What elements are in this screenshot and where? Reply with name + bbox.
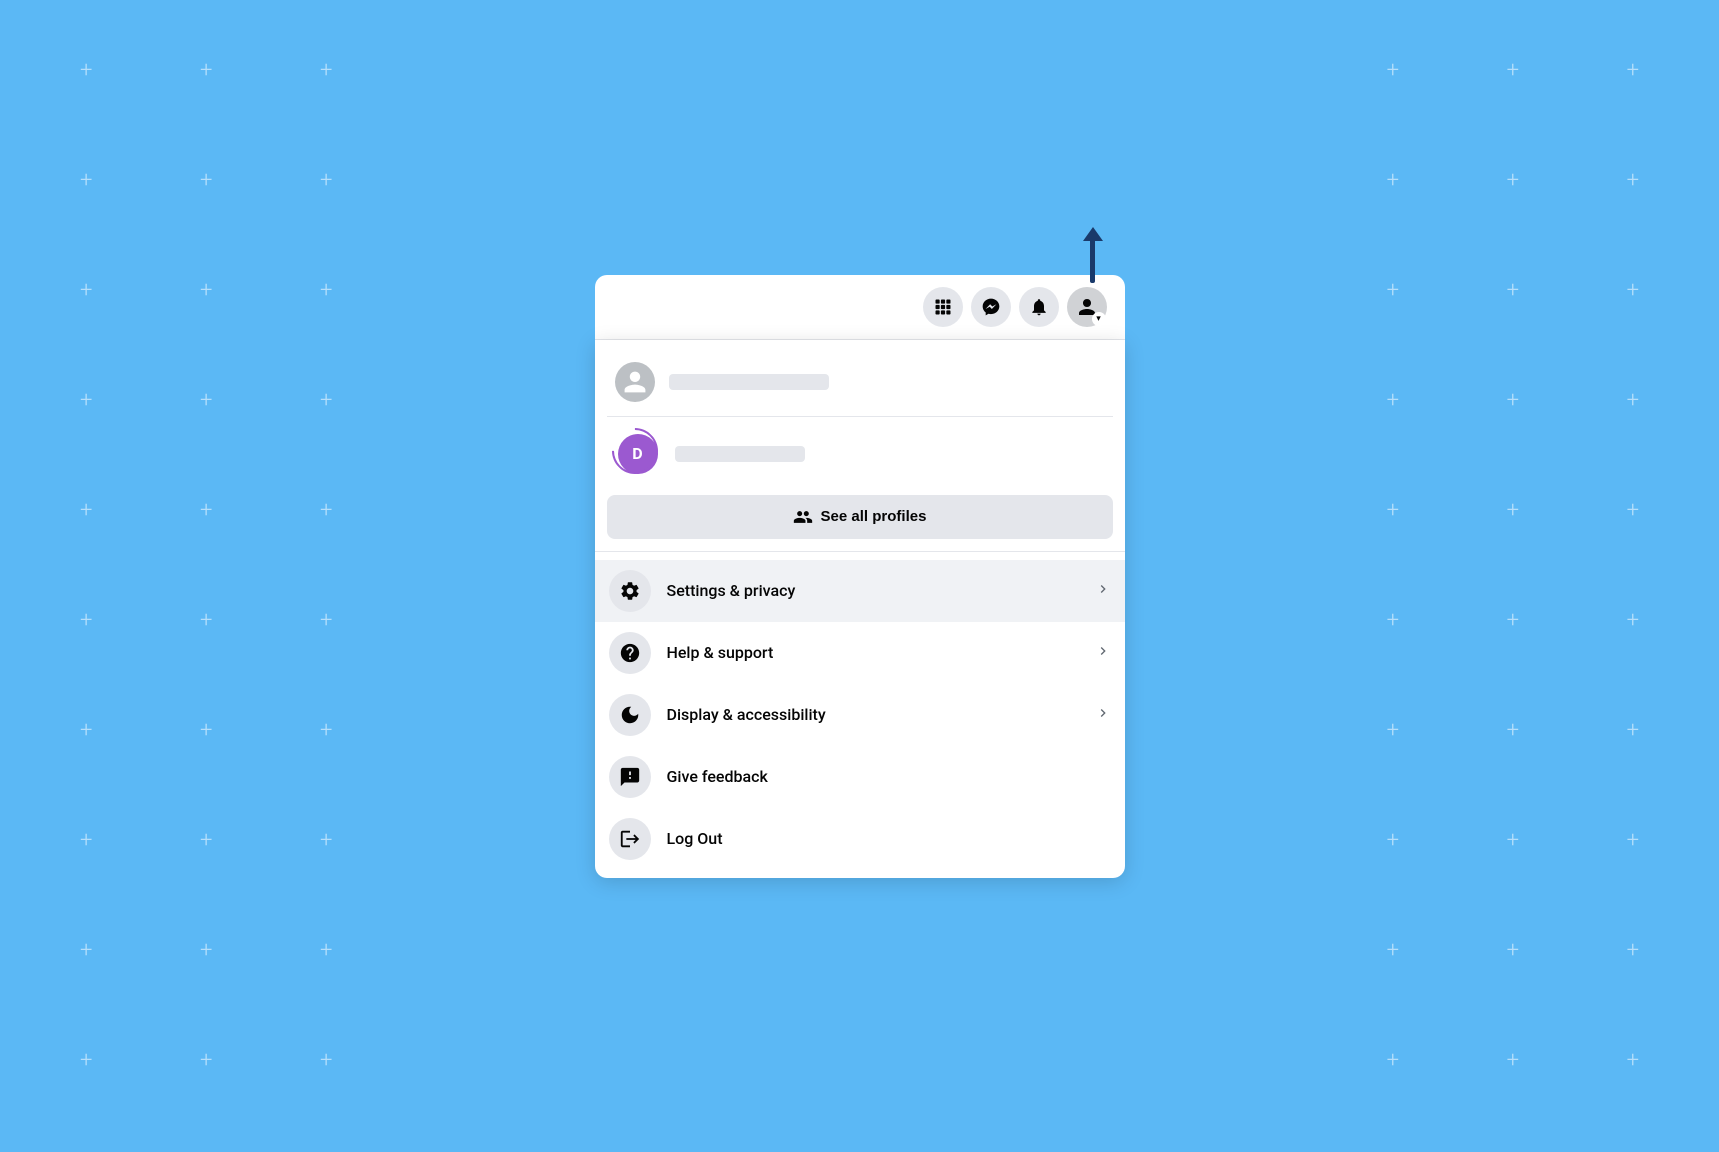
chevron-right-icon-help <box>1095 643 1111 659</box>
display-icon-wrapper <box>609 694 651 736</box>
logout-icon <box>619 828 641 850</box>
settings-icon-wrapper <box>609 570 651 612</box>
messenger-icon-button[interactable] <box>971 287 1011 327</box>
profile-avatar-2-wrapper: D <box>615 431 661 477</box>
dropdown-caret: ▾ <box>1092 312 1106 326</box>
feedback-icon-wrapper <box>609 756 651 798</box>
menu-item-display[interactable]: Display & accessibility <box>595 684 1125 746</box>
settings-label: Settings & privacy <box>667 581 1079 600</box>
feedback-icon <box>619 766 641 788</box>
feedback-label: Give feedback <box>667 767 1111 786</box>
profile-avatar-1 <box>615 362 655 402</box>
people-icon <box>793 507 813 527</box>
chevron-right-icon <box>1095 581 1111 597</box>
see-all-profiles-button[interactable]: See all profiles <box>607 495 1113 539</box>
user-icon-1 <box>622 369 648 395</box>
help-icon-wrapper <box>609 632 651 674</box>
logout-label: Log Out <box>667 829 1111 848</box>
profile-name-2 <box>675 446 805 462</box>
question-icon <box>619 642 641 664</box>
arrow-indicator <box>1083 227 1103 283</box>
logout-icon-wrapper <box>609 818 651 860</box>
top-nav: ▾ <box>595 275 1125 340</box>
menu-item-settings[interactable]: Settings & privacy <box>595 560 1125 622</box>
profile-name-1 <box>669 374 829 390</box>
moon-icon <box>619 704 641 726</box>
help-chevron <box>1095 643 1111 663</box>
arrow-shaft <box>1090 239 1095 283</box>
display-label: Display & accessibility <box>667 705 1079 724</box>
profile-divider <box>607 416 1113 417</box>
see-all-profiles-label: See all profiles <box>821 508 927 525</box>
settings-chevron <box>1095 581 1111 601</box>
profile-item-1[interactable] <box>607 352 1113 412</box>
menu-item-help[interactable]: Help & support <box>595 622 1125 684</box>
bell-icon-button[interactable] <box>1019 287 1059 327</box>
grid-icon <box>933 297 953 317</box>
profile-item-2[interactable]: D <box>607 421 1113 487</box>
menu-item-feedback[interactable]: Give feedback <box>595 746 1125 808</box>
profiles-section: D See all profiles <box>595 340 1125 552</box>
gear-icon <box>619 580 641 602</box>
chevron-right-icon-display <box>1095 705 1111 721</box>
avatar-ring <box>602 418 667 483</box>
account-icon-button[interactable]: ▾ <box>1067 287 1107 327</box>
bell-icon <box>1029 297 1049 317</box>
messenger-icon <box>981 297 1001 317</box>
dropdown-panel: D See all profiles <box>595 340 1125 878</box>
menu-section: Settings & privacy Help & support <box>595 552 1125 878</box>
grid-icon-button[interactable] <box>923 287 963 327</box>
display-chevron <box>1095 705 1111 725</box>
main-container: ▾ D <box>595 275 1125 878</box>
menu-item-logout[interactable]: Log Out <box>595 808 1125 870</box>
help-label: Help & support <box>667 643 1079 662</box>
